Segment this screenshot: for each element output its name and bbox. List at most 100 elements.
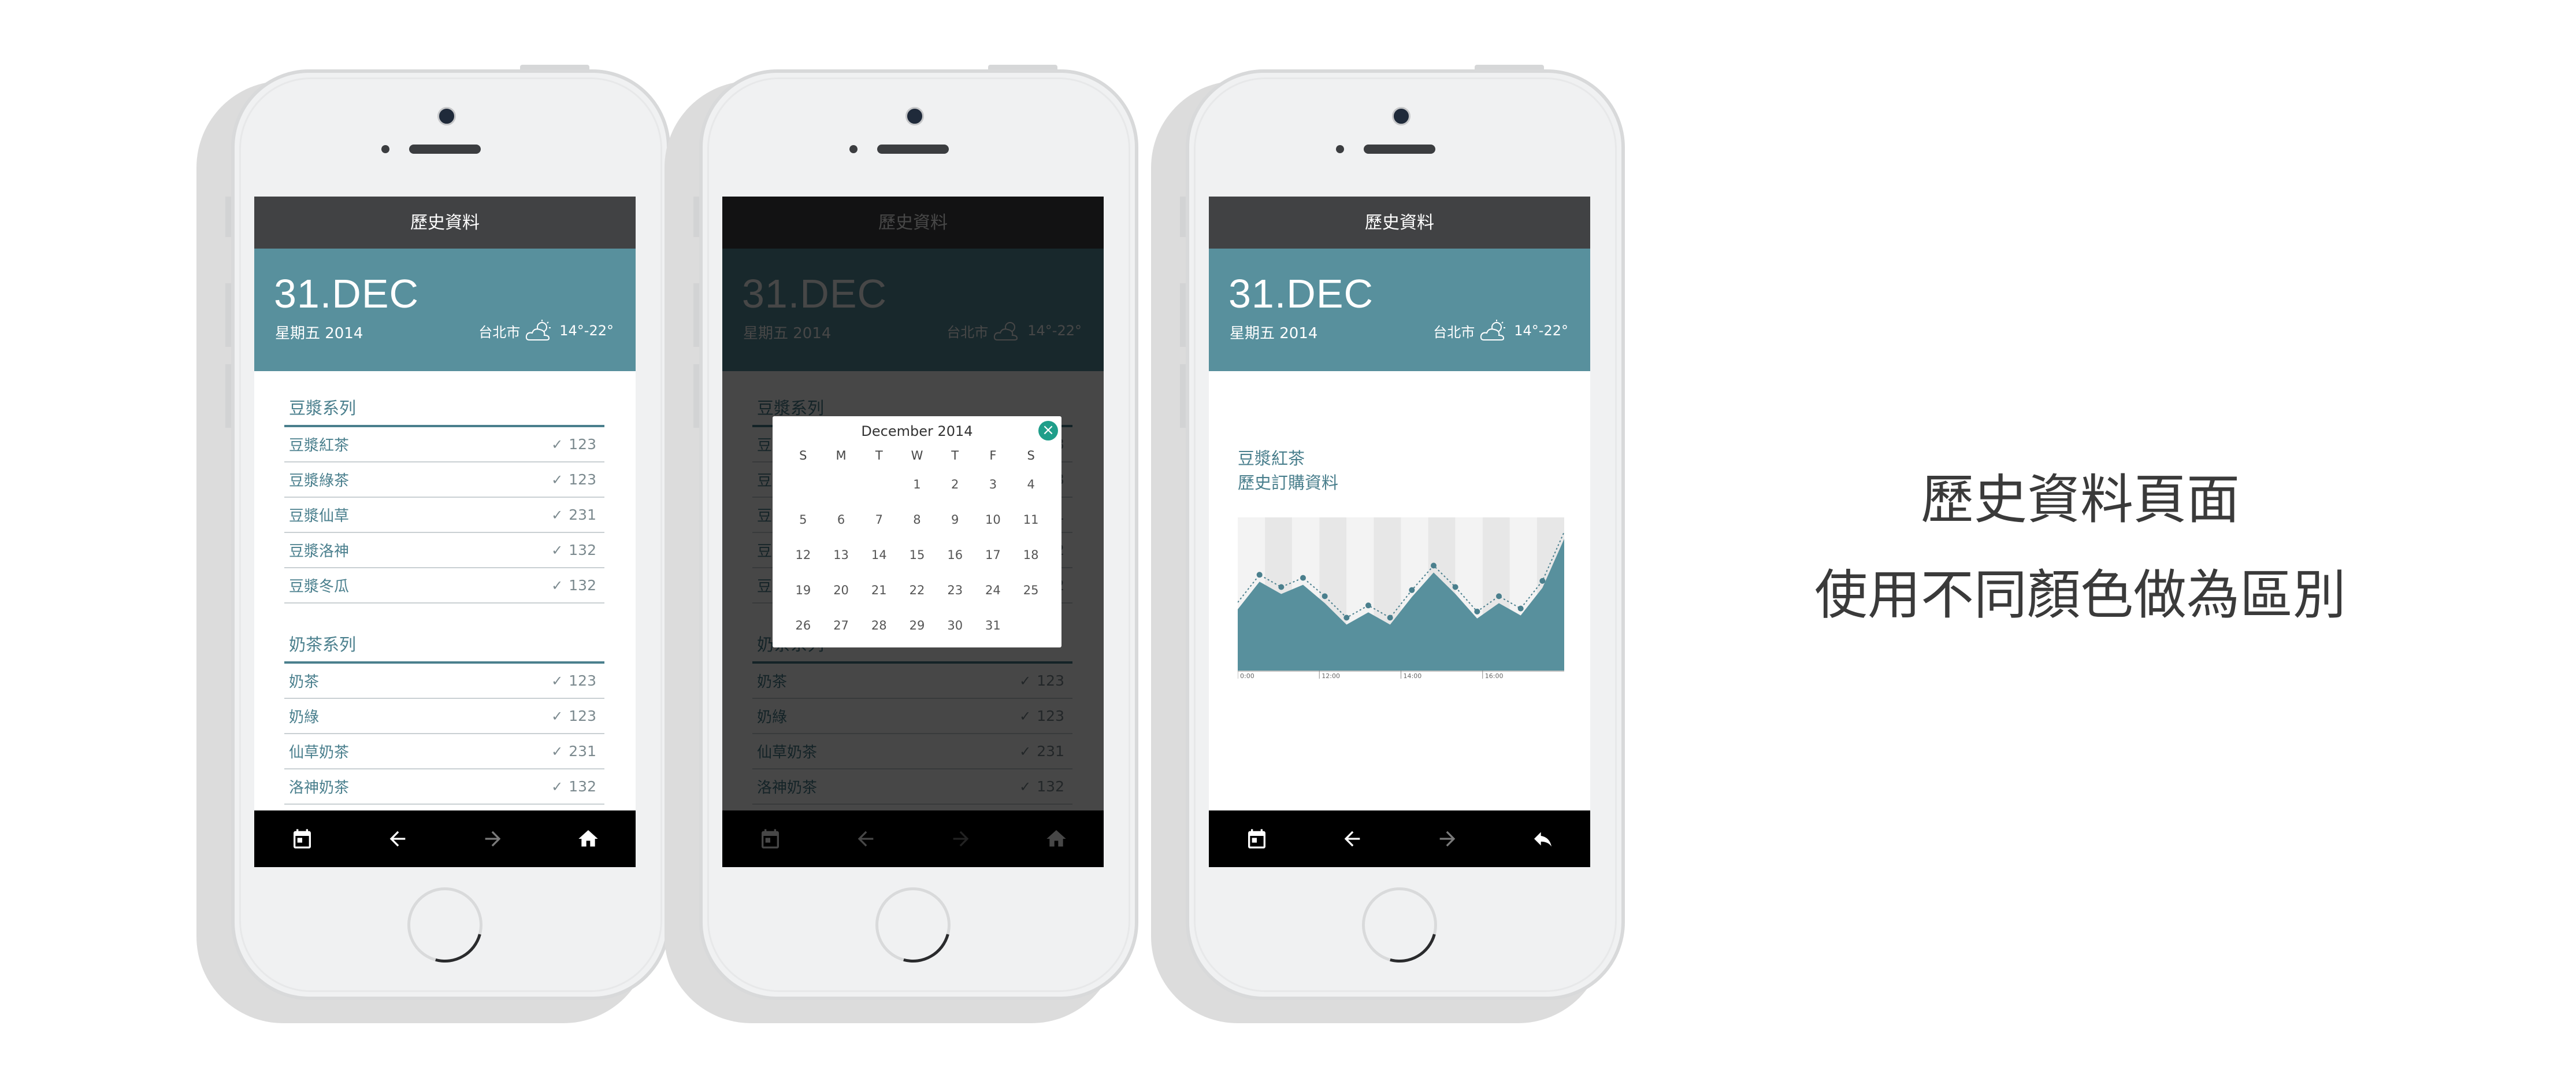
check-icon: ✓ <box>551 778 563 795</box>
chart-x-tick-label: 14:00 <box>1404 672 1422 680</box>
calendar-day[interactable]: 15 <box>898 538 936 573</box>
calendar-day[interactable]: 27 <box>822 608 860 643</box>
calendar-day[interactable]: 10 <box>974 502 1012 538</box>
volume-up-button <box>693 283 699 347</box>
check-icon: ✓ <box>551 471 563 488</box>
weather-info: 台北市 14°-22° <box>478 319 614 342</box>
list-item[interactable]: 洛神奶茶 ✓ 132 <box>284 769 604 805</box>
picker-month-title: December 2014 <box>861 423 973 439</box>
calendar-empty-cell <box>784 467 822 502</box>
forward-button[interactable] <box>1430 821 1465 856</box>
calendar-day[interactable]: 26 <box>784 608 822 643</box>
item-name: 豆漿綠茶 <box>289 472 350 490</box>
forward-button[interactable] <box>476 821 510 856</box>
calendar-day[interactable]: 28 <box>860 608 898 643</box>
calendar-empty-cell <box>1012 608 1050 643</box>
calendar-icon <box>293 829 311 849</box>
calendar-day[interactable]: 2 <box>936 467 974 502</box>
chart-point <box>1431 562 1437 569</box>
calendar-day[interactable]: 8 <box>898 502 936 538</box>
list-item[interactable]: 奶綠 ✓ 123 <box>284 699 604 734</box>
calendar-day[interactable]: 7 <box>860 502 898 538</box>
item-value: 132 <box>569 542 596 558</box>
item-name: 豆漿紅茶 <box>289 437 350 454</box>
arrow-right-icon <box>1439 831 1455 847</box>
item-value: 123 <box>569 708 596 724</box>
list-item[interactable]: 豆漿紅茶 ✓ 123 <box>284 427 604 462</box>
calendar-day[interactable]: 1 <box>898 467 936 502</box>
date-big: 31.DEC <box>1228 271 1374 316</box>
home-icon <box>578 830 598 847</box>
mute-switch <box>1180 197 1186 237</box>
calendar-day[interactable]: 31 <box>974 608 1012 643</box>
calendar-icon <box>1248 829 1265 849</box>
check-icon: ✓ <box>551 577 563 594</box>
calendar-day[interactable]: 16 <box>936 538 974 573</box>
volume-down-button <box>225 364 231 428</box>
weekday-label: M <box>836 449 847 462</box>
chart-x-tick-label: 0:00 <box>1240 672 1254 680</box>
calendar-button[interactable] <box>285 821 320 856</box>
list-item[interactable]: 奶茶 ✓ 123 <box>284 664 604 699</box>
arrow-right-icon <box>485 831 500 847</box>
list-item[interactable]: 豆漿洛神 ✓ 132 <box>284 533 604 568</box>
reply-button[interactable] <box>1525 821 1560 856</box>
calendar-day[interactable]: 4 <box>1012 467 1050 502</box>
list-item[interactable]: 豆漿綠茶 ✓ 123 <box>284 462 604 498</box>
calendar-day[interactable]: 20 <box>822 573 860 608</box>
volume-down-button <box>1180 364 1186 428</box>
list-item[interactable]: 仙草奶茶 ✓ 231 <box>284 734 604 769</box>
calendar-day[interactable]: 11 <box>1012 502 1050 538</box>
calendar-day[interactable]: 13 <box>822 538 860 573</box>
front-camera <box>1392 107 1411 125</box>
calendar-day[interactable]: 25 <box>1012 573 1050 608</box>
caption-line-1: 歷史資料頁面 <box>1920 469 2240 531</box>
check-icon: ✓ <box>551 542 563 558</box>
chart-point <box>1256 572 1263 578</box>
list-item[interactable]: 豆漿冬瓜 ✓ 132 <box>284 568 604 604</box>
sun-cloud-icon <box>1480 320 1506 340</box>
weather-info: 台北市 14°-22° <box>1433 319 1568 342</box>
weekday-label: T <box>875 449 883 462</box>
proximity-sensor <box>381 145 389 153</box>
item-value: 123 <box>569 436 596 453</box>
calendar-day[interactable]: 14 <box>860 538 898 573</box>
chart-point <box>1496 593 1502 599</box>
chart-point <box>1474 608 1480 615</box>
weather-city: 台北市 <box>478 324 521 340</box>
proximity-sensor <box>849 145 858 153</box>
calendar-day[interactable]: 24 <box>974 573 1012 608</box>
calendar-day[interactable]: 18 <box>1012 538 1050 573</box>
chart-x-tick-label: 12:00 <box>1322 672 1340 680</box>
calendar-button[interactable] <box>1239 821 1274 856</box>
back-button[interactable] <box>1335 821 1369 856</box>
check-icon: ✓ <box>551 708 563 724</box>
calendar-day[interactable]: 9 <box>936 502 974 538</box>
close-icon[interactable]: × <box>1038 421 1058 440</box>
weekday-label: W <box>911 449 923 462</box>
list-item[interactable]: 豆漿仙草 ✓ 231 <box>284 498 604 533</box>
calendar-day[interactable]: 3 <box>974 467 1012 502</box>
calendar-day[interactable]: 17 <box>974 538 1012 573</box>
calendar-day[interactable]: 19 <box>784 573 822 608</box>
calendar-day[interactable]: 5 <box>784 502 822 538</box>
weather-temp: 14°-22° <box>1514 323 1568 339</box>
back-button[interactable] <box>380 821 415 856</box>
calendar-day[interactable]: 22 <box>898 573 936 608</box>
calendar-day[interactable]: 29 <box>898 608 936 643</box>
order-history-chart: 0:00 12:00 14:00 16:00 <box>1238 517 1564 680</box>
day-grid: 1 2 3 4 5 6 7 8 9 10 11 12 13 14 15 16 17 18 19 20 21 22 23 24 2… <box>784 467 1050 643</box>
calendar-day[interactable]: 6 <box>822 502 860 538</box>
calendar-day[interactable]: 12 <box>784 538 822 573</box>
item-value: 231 <box>569 506 596 523</box>
calendar-day[interactable]: 30 <box>936 608 974 643</box>
home-button[interactable] <box>571 821 606 856</box>
bottom-nav <box>254 810 636 867</box>
volume-up-button <box>225 283 231 347</box>
mute-switch <box>693 197 699 237</box>
screen-history-list: 歷史資料 31.DEC 星期五 2014 台北市 14°-22° 豆漿系列 豆漿… <box>254 197 636 867</box>
chart-point <box>1278 584 1285 590</box>
mute-switch <box>225 197 231 237</box>
calendar-day[interactable]: 21 <box>860 573 898 608</box>
calendar-day[interactable]: 23 <box>936 573 974 608</box>
